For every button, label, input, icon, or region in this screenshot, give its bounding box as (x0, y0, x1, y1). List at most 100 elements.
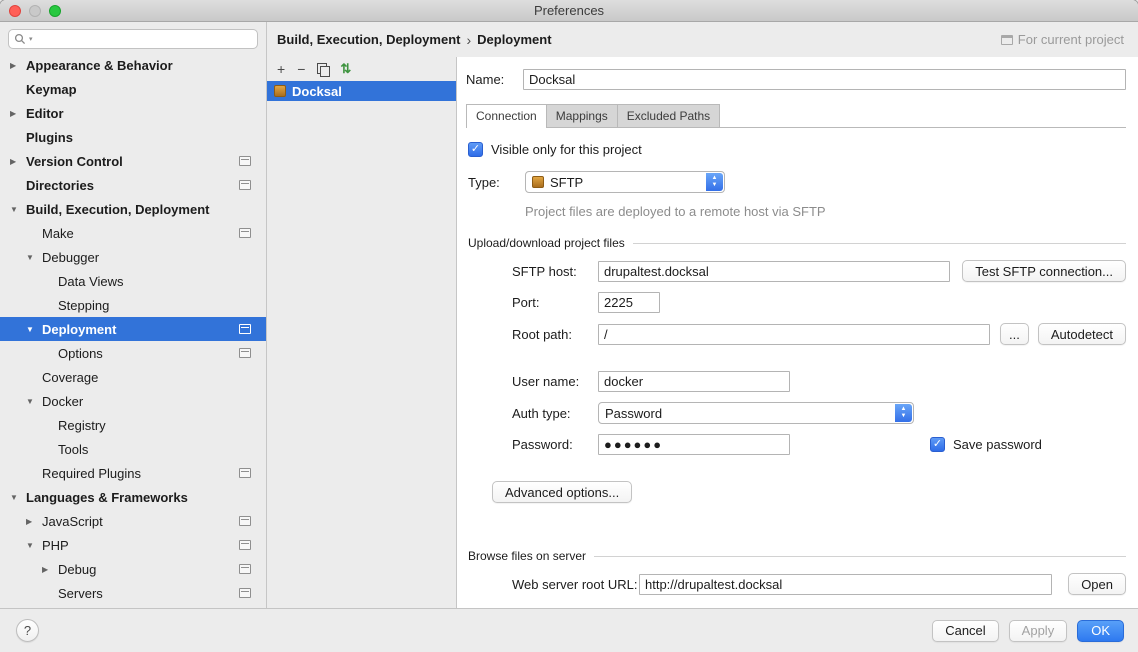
chevron-down-icon[interactable]: ▼ (26, 541, 42, 550)
web-root-label: Web server root URL: (512, 577, 639, 592)
user-name-label: User name: (512, 374, 598, 389)
sidebar-item-label: JavaScript (42, 514, 103, 529)
auth-type-label: Auth type: (512, 406, 598, 421)
browse-group-title: Browse files on server (468, 549, 586, 563)
copy-server-button[interactable] (317, 63, 328, 75)
sidebar-item-debugger[interactable]: ▼Debugger (0, 245, 266, 269)
tab-connection[interactable]: Connection (466, 104, 547, 128)
sidebar-item-php[interactable]: ▼PHP (0, 533, 266, 557)
project-scope-icon (1001, 35, 1013, 45)
project-settings-icon (239, 156, 251, 166)
remove-server-button[interactable]: − (297, 62, 305, 76)
search-input[interactable] (36, 32, 252, 46)
breadcrumb: Build, Execution, Deployment › Deploymen… (267, 22, 1138, 57)
chevron-right-icon[interactable]: ▶ (10, 109, 26, 118)
autodetect-button[interactable]: Autodetect (1038, 323, 1126, 345)
server-icon (274, 85, 286, 97)
minimize-button (29, 5, 41, 17)
chevron-right-icon[interactable]: ▶ (10, 61, 26, 70)
sidebar-item-tools[interactable]: Tools (0, 437, 266, 461)
chevron-right-icon[interactable]: ▶ (42, 565, 58, 574)
browse-root-path-button[interactable]: ... (1000, 323, 1029, 345)
type-select[interactable]: SFTP (525, 171, 725, 193)
tab-mappings[interactable]: Mappings (547, 104, 618, 127)
chevron-down-icon[interactable]: ▼ (10, 493, 26, 502)
project-settings-icon (239, 588, 251, 598)
sidebar-item-javascript[interactable]: ▶JavaScript (0, 509, 266, 533)
sync-server-button[interactable]: ⇅ (340, 62, 351, 76)
add-server-button[interactable]: + (277, 62, 285, 76)
user-name-field[interactable] (598, 371, 790, 392)
open-button[interactable]: Open (1068, 573, 1126, 595)
sidebar-item-editor[interactable]: ▶Editor (0, 101, 266, 125)
sidebar-item-data-views[interactable]: Data Views (0, 269, 266, 293)
name-field[interactable] (523, 69, 1126, 90)
sidebar-item-required-plugins[interactable]: Required Plugins (0, 461, 266, 485)
sidebar-item-deployment[interactable]: ▼Deployment (0, 317, 266, 341)
connection-tab-content: Visible only for this project Type: SFTP… (466, 128, 1126, 595)
sftp-host-field[interactable] (598, 261, 950, 282)
visible-only-checkbox[interactable] (468, 142, 483, 157)
sidebar-item-label: Coverage (42, 370, 98, 385)
sidebar-item-appearance-behavior[interactable]: ▶Appearance & Behavior (0, 53, 266, 77)
sidebar-item-debug[interactable]: ▶Debug (0, 557, 266, 581)
project-settings-icon (239, 564, 251, 574)
sidebar-item-label: Stepping (58, 298, 109, 313)
ok-button[interactable]: OK (1077, 620, 1124, 642)
search-options-caret-icon[interactable]: ▾ (29, 35, 33, 43)
chevron-right-icon[interactable]: ▶ (26, 517, 42, 526)
combo-stepper-icon[interactable] (895, 404, 912, 422)
sidebar-item-servers[interactable]: Servers (0, 581, 266, 605)
sidebar-item-version-control[interactable]: ▶Version Control (0, 149, 266, 173)
project-settings-icon (239, 516, 251, 526)
type-help-text: Project files are deployed to a remote h… (525, 204, 1126, 219)
chevron-down-icon[interactable]: ▼ (26, 325, 42, 334)
server-list-item[interactable]: Docksal (267, 81, 456, 101)
sidebar-item-registry[interactable]: Registry (0, 413, 266, 437)
password-label: Password: (512, 437, 598, 452)
titlebar: Preferences (0, 0, 1138, 22)
cancel-button[interactable]: Cancel (932, 620, 998, 642)
root-path-field[interactable] (598, 324, 990, 345)
sidebar-item-keymap[interactable]: Keymap (0, 77, 266, 101)
zoom-button[interactable] (49, 5, 61, 17)
close-button[interactable] (9, 5, 21, 17)
sidebar-item-coverage[interactable]: Coverage (0, 365, 266, 389)
sidebar-item-stepping[interactable]: Stepping (0, 293, 266, 317)
chevron-down-icon[interactable]: ▼ (26, 253, 42, 262)
sidebar-item-build-execution-deployment[interactable]: ▼Build, Execution, Deployment (0, 197, 266, 221)
auth-type-select[interactable]: Password (598, 402, 914, 424)
project-scope: For current project (1001, 32, 1124, 47)
chevron-right-icon[interactable]: ▶ (10, 157, 26, 166)
breadcrumb-part-2: Deployment (477, 32, 551, 47)
sidebar-item-label: Editor (26, 106, 64, 121)
settings-search[interactable]: ▾ (8, 29, 258, 49)
sidebar-item-label: Debugger (42, 250, 99, 265)
group-divider (633, 243, 1126, 244)
sidebar-item-directories[interactable]: Directories (0, 173, 266, 197)
save-password-checkbox[interactable] (930, 437, 945, 452)
advanced-options-button[interactable]: Advanced options... (492, 481, 632, 503)
chevron-down-icon[interactable]: ▼ (26, 397, 42, 406)
sidebar-item-languages-frameworks[interactable]: ▼Languages & Frameworks (0, 485, 266, 509)
project-settings-icon (239, 324, 251, 334)
help-button[interactable]: ? (16, 619, 39, 642)
test-sftp-connection-button[interactable]: Test SFTP connection... (962, 260, 1126, 282)
combo-stepper-icon[interactable] (706, 173, 723, 191)
apply-button[interactable]: Apply (1009, 620, 1068, 642)
sidebar-item-plugins[interactable]: Plugins (0, 125, 266, 149)
upload-group-header: Upload/download project files (468, 236, 1126, 250)
auth-type-value: Password (605, 406, 662, 421)
breadcrumb-part-1: Build, Execution, Deployment (277, 32, 460, 47)
sidebar-item-docker[interactable]: ▼Docker (0, 389, 266, 413)
sidebar-item-make[interactable]: Make (0, 221, 266, 245)
sidebar-item-options[interactable]: Options (0, 341, 266, 365)
web-root-field[interactable] (639, 574, 1052, 595)
port-field[interactable] (598, 292, 660, 313)
password-field[interactable] (598, 434, 790, 455)
tab-excluded-paths[interactable]: Excluded Paths (618, 104, 720, 127)
sidebar-item-label: Data Views (58, 274, 124, 289)
traffic-lights (9, 5, 61, 17)
deployment-form: Name: Connection Mappings Excluded Paths… (457, 57, 1138, 608)
chevron-down-icon[interactable]: ▼ (10, 205, 26, 214)
